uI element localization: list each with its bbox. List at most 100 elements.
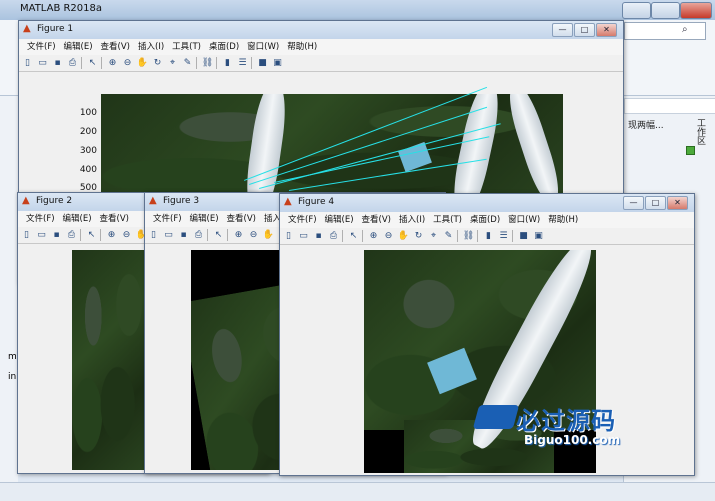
hide-tools-icon[interactable]: ■ xyxy=(256,57,269,69)
figure-title-bar: ▲ Figure 4 — □ ✕ xyxy=(280,194,694,212)
open-folder-icon[interactable]: ▭ xyxy=(35,229,48,241)
watermark-url: Biguo100.com xyxy=(524,433,621,447)
menu-insert[interactable]: 插入(I) xyxy=(399,212,425,228)
maximize-button[interactable] xyxy=(651,2,680,19)
open-folder-icon[interactable]: ▭ xyxy=(162,229,175,241)
menu-window[interactable]: 窗口(W) xyxy=(247,39,279,55)
menu-file[interactable]: 文件(F) xyxy=(26,211,55,227)
menu-window[interactable]: 窗口(W) xyxy=(508,212,540,228)
print-icon[interactable]: ⎙ xyxy=(192,229,205,241)
pointer-icon[interactable]: ↖ xyxy=(212,229,225,241)
legend-icon[interactable]: ☰ xyxy=(497,230,510,242)
pan-icon[interactable]: ✋ xyxy=(262,229,275,241)
menu-view[interactable]: 查看(V) xyxy=(227,211,256,227)
toolbar-separator xyxy=(207,229,208,241)
toolbar-separator xyxy=(101,57,102,69)
maximize-button[interactable]: □ xyxy=(645,196,666,210)
search-documentation-input[interactable] xyxy=(624,22,706,40)
menu-edit[interactable]: 编辑(E) xyxy=(64,39,93,55)
menu-edit[interactable]: 编辑(E) xyxy=(190,211,219,227)
rotate-icon[interactable]: ↻ xyxy=(412,230,425,242)
zoom-out-icon[interactable]: ⊖ xyxy=(121,57,134,69)
brush-icon[interactable]: ✎ xyxy=(442,230,455,242)
close-button[interactable]: ✕ xyxy=(667,196,688,210)
link-icon[interactable]: ⛓ xyxy=(201,57,214,69)
toolbar-separator xyxy=(251,57,252,69)
toolbar-separator xyxy=(362,230,363,242)
close-button[interactable]: ✕ xyxy=(596,23,617,37)
print-icon[interactable]: ⎙ xyxy=(327,230,340,242)
colorbar-icon[interactable]: ▮ xyxy=(221,57,234,69)
matlab-logo-icon: ▲ xyxy=(149,195,157,206)
data-cursor-icon[interactable]: ⌖ xyxy=(166,57,179,69)
open-folder-icon[interactable]: ▭ xyxy=(36,57,49,69)
toolbar-separator xyxy=(342,230,343,242)
dock-icon[interactable]: ▣ xyxy=(271,57,284,69)
new-file-icon[interactable]: ▯ xyxy=(282,230,295,242)
print-icon[interactable]: ⎙ xyxy=(66,57,79,69)
menu-edit[interactable]: 编辑(E) xyxy=(325,212,354,228)
toolbar-separator xyxy=(477,230,478,242)
rotate-icon[interactable]: ↻ xyxy=(151,57,164,69)
new-file-icon[interactable]: ▯ xyxy=(147,229,160,241)
zoom-in-icon[interactable]: ⊕ xyxy=(232,229,245,241)
menu-tools[interactable]: 工具(T) xyxy=(172,39,201,55)
dock-icon[interactable]: ▣ xyxy=(532,230,545,242)
save-icon[interactable]: ▪ xyxy=(177,229,190,241)
menu-view[interactable]: 查看(V) xyxy=(101,39,130,55)
maximize-button[interactable]: □ xyxy=(574,23,595,37)
menu-view[interactable]: 查看(V) xyxy=(100,211,129,227)
zoom-in-icon[interactable]: ⊕ xyxy=(367,230,380,242)
pointer-icon[interactable]: ↖ xyxy=(85,229,98,241)
menu-tools[interactable]: 工具(T) xyxy=(433,212,462,228)
save-icon[interactable]: ▪ xyxy=(50,229,63,241)
image-display xyxy=(72,250,148,470)
menu-file[interactable]: 文件(F) xyxy=(27,39,56,55)
menu-help[interactable]: 帮助(H) xyxy=(548,212,578,228)
open-folder-icon[interactable]: ▭ xyxy=(297,230,310,242)
link-icon[interactable]: ⛓ xyxy=(462,230,475,242)
colorbar-icon[interactable]: ▮ xyxy=(482,230,495,242)
minimize-button[interactable] xyxy=(622,2,651,19)
menu-insert[interactable]: 插入(I) xyxy=(138,39,164,55)
menu-edit[interactable]: 编辑(E) xyxy=(63,211,92,227)
print-icon[interactable]: ⎙ xyxy=(65,229,78,241)
zoom-out-icon[interactable]: ⊖ xyxy=(120,229,133,241)
matched-image-pair xyxy=(101,94,563,204)
command-window-fragment: m xyxy=(8,352,17,362)
pointer-icon[interactable]: ↖ xyxy=(86,57,99,69)
search-icon[interactable]: ⌕ xyxy=(682,24,688,35)
minimize-button[interactable]: — xyxy=(623,196,644,210)
toolbar-separator xyxy=(100,229,101,241)
new-file-icon[interactable]: ▯ xyxy=(20,229,33,241)
pointer-icon[interactable]: ↖ xyxy=(347,230,360,242)
menu-file[interactable]: 文件(F) xyxy=(153,211,182,227)
pan-icon[interactable]: ✋ xyxy=(397,230,410,242)
menu-help[interactable]: 帮助(H) xyxy=(287,39,317,55)
save-icon[interactable]: ▪ xyxy=(51,57,64,69)
new-file-icon[interactable]: ▯ xyxy=(21,57,34,69)
figure-toolbar: ▯ ▭ ▪ ⎙ ↖ ⊕ ⊖ ✋ ↻ ⌖ ✎ ⛓ ▮ ☰ ■ ▣ xyxy=(280,228,694,245)
zoom-out-icon[interactable]: ⊖ xyxy=(247,229,260,241)
brush-icon[interactable]: ✎ xyxy=(181,57,194,69)
toolbar-separator xyxy=(80,229,81,241)
minimize-button[interactable]: — xyxy=(552,23,573,37)
matlab-logo-icon: ▲ xyxy=(23,23,31,34)
zoom-out-icon[interactable]: ⊖ xyxy=(382,230,395,242)
menu-desktop[interactable]: 桌面(D) xyxy=(470,212,500,228)
zoom-in-icon[interactable]: ⊕ xyxy=(105,229,118,241)
figure-window: ▲ Figure 4 — □ ✕ 文件(F) 编辑(E) 查看(V) 插入(I) 工具(T)… xyxy=(279,193,695,476)
hide-tools-icon[interactable]: ■ xyxy=(517,230,530,242)
close-button[interactable] xyxy=(680,2,712,19)
save-icon[interactable]: ▪ xyxy=(312,230,325,242)
figure-toolbar: ▯ ▭ ▪ ⎙ ↖ ⊕ ⊖ ✋ ↻ ⌖ ✎ ⛓ ▮ ☰ ■ ▣ xyxy=(19,55,623,72)
command-window-fragment: in xyxy=(8,372,17,382)
zoom-in-icon[interactable]: ⊕ xyxy=(106,57,119,69)
pan-icon[interactable]: ✋ xyxy=(136,57,149,69)
data-cursor-icon[interactable]: ⌖ xyxy=(427,230,440,242)
menu-file[interactable]: 文件(F) xyxy=(288,212,317,228)
menu-view[interactable]: 查看(V) xyxy=(362,212,391,228)
menu-desktop[interactable]: 桌面(D) xyxy=(209,39,239,55)
legend-icon[interactable]: ☰ xyxy=(236,57,249,69)
workspace-label[interactable]: 工作区 xyxy=(693,118,707,158)
